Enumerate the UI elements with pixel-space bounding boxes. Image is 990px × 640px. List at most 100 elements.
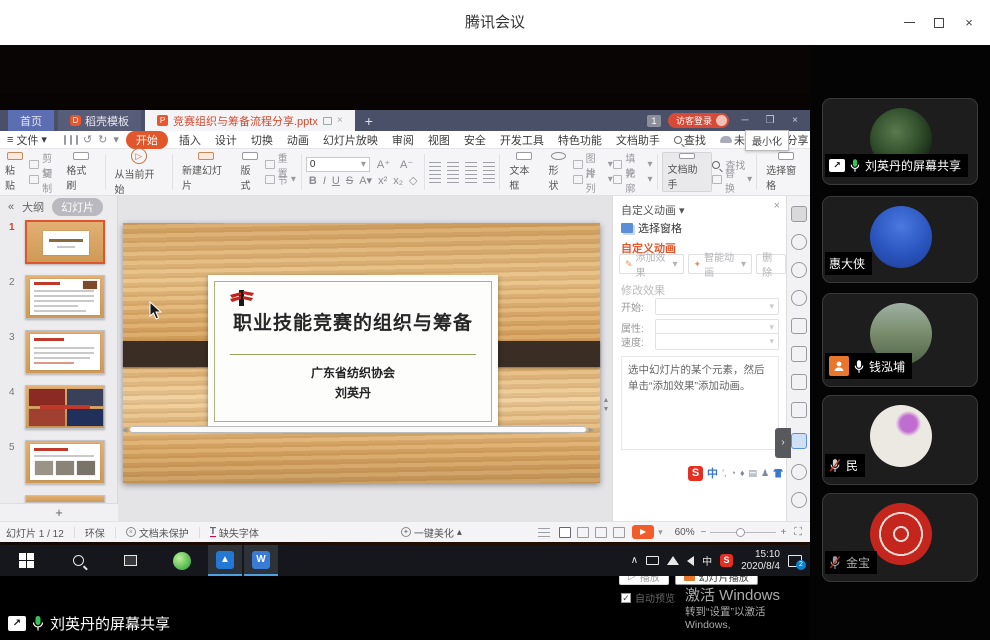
undo-icon[interactable]: ↺ [80, 133, 95, 146]
ribbon-tab-start[interactable]: 开始 [126, 131, 168, 149]
slide-thumbnail-6[interactable] [0, 495, 118, 503]
slide-canvas[interactable]: 职业技能竞赛的组织与筹备 广东省纺织协会 刘英丹 ◀ ▶ ▲▼ [118, 196, 612, 521]
sogou-logo-icon[interactable]: S [688, 466, 703, 481]
reset-button[interactable]: 重置 [265, 158, 297, 172]
wps-minimize-button[interactable]: ─ [736, 115, 754, 126]
format-painter-button[interactable]: 格式刷 [61, 152, 100, 192]
print-icon[interactable] [70, 135, 72, 145]
ime-skin-icon[interactable] [773, 469, 783, 478]
collapse-panel-icon[interactable]: « [8, 201, 14, 213]
ime-person-icon[interactable]: ♟ [761, 468, 769, 479]
textbox-button[interactable]: 文本框 [504, 152, 543, 192]
doc-unprotected-status[interactable]: ×文档未保护 [120, 525, 195, 540]
outline-button[interactable]: 轮廓 ▾ [613, 173, 653, 187]
more-commands-icon[interactable]: ▾ [110, 133, 122, 146]
animation-pane-icon[interactable] [791, 206, 807, 222]
ribbon-tab-review[interactable]: 审阅 [385, 132, 421, 148]
add-effect-button[interactable]: ✎添加效果 ▾ [619, 254, 684, 274]
task-view-button[interactable] [118, 549, 142, 573]
tray-device-icon[interactable] [646, 556, 659, 565]
settings-pane-icon[interactable] [791, 374, 807, 390]
wps-docer-tab[interactable]: D 稻壳模板 [58, 110, 141, 131]
slide-thumbnail-5[interactable]: 5 [0, 440, 118, 488]
ime-mic-icon[interactable]: ♦ [740, 468, 745, 478]
speaker-icon[interactable] [687, 556, 694, 566]
tray-expand-icon[interactable]: ∧ [631, 555, 638, 566]
slide-sorter-view-icon[interactable] [577, 527, 589, 538]
wps-restore-button[interactable]: ❐ [761, 115, 779, 126]
new-slide-button[interactable]: 新建幻灯片 [177, 152, 236, 192]
slideshow-play-button[interactable]: ▶ [632, 525, 654, 539]
indent-decrease-icon[interactable] [465, 162, 477, 171]
ime-keyboard-icon[interactable]: ▤ [749, 468, 758, 479]
increase-font-icon[interactable]: A⁺ [374, 158, 393, 171]
ime-chinese-mode-icon[interactable]: 中 [707, 465, 718, 481]
replace-button[interactable]: 替换 ▾ [712, 173, 752, 187]
font-color-button[interactable]: A▾ [356, 174, 375, 187]
ime-clock-icon[interactable]: ◔ [731, 468, 736, 478]
lamp-pane-icon[interactable] [791, 492, 807, 508]
reading-view-icon[interactable] [595, 527, 607, 538]
horizontal-scrollbar[interactable]: ◀ ▶ [122, 425, 594, 434]
ribbon-tab-slideshow[interactable]: 幻灯片放映 [316, 132, 385, 148]
prev-next-slide-buttons[interactable]: ▲▼ [601, 396, 611, 426]
justify-icon[interactable] [483, 174, 495, 183]
close-button[interactable]: × [954, 0, 984, 45]
participant-tile-5[interactable]: 金宝 [822, 493, 978, 582]
panel-collapse-handle[interactable]: › [775, 428, 791, 458]
delete-effect-button[interactable]: 删除 [756, 254, 786, 274]
decrease-font-icon[interactable]: A⁻ [397, 158, 416, 171]
slides-tab[interactable]: 幻灯片 [52, 198, 103, 216]
align-right-icon[interactable] [465, 174, 477, 183]
file-menu[interactable]: ≡ 文件 ▾ [0, 132, 54, 148]
new-tab-button[interactable]: + [365, 113, 373, 129]
copy-button[interactable]: 复制 [29, 173, 61, 187]
sogou-tray-icon[interactable]: S [720, 554, 733, 567]
beautify-button[interactable]: ✦一键美化 ▴ [395, 525, 468, 540]
help-pane-icon[interactable] [791, 464, 807, 480]
ribbon-tab-features[interactable]: 特色功能 [551, 132, 609, 148]
notes-icon[interactable] [538, 528, 550, 537]
network-icon[interactable] [667, 556, 679, 565]
strikethrough-button[interactable]: S [343, 175, 356, 187]
tencent-meeting-taskbar-button[interactable]: ▲ [208, 545, 242, 576]
chart-pane-icon[interactable] [791, 346, 807, 362]
start-button[interactable] [14, 549, 38, 573]
zoom-level[interactable]: 60% [669, 527, 701, 538]
find-menu[interactable]: 查找 [667, 132, 713, 148]
scroll-right-icon[interactable]: ▶ [589, 426, 594, 434]
ribbon-tab-animation[interactable]: 动画 [280, 132, 316, 148]
smart-animation-button[interactable]: ✦智能动画 ▾ [688, 254, 753, 274]
taskbar-search-button[interactable] [66, 549, 90, 573]
zoom-out-button[interactable]: − [701, 527, 707, 538]
participant-tile-1[interactable]: ↗ 刘英丹的屏幕共享 [822, 98, 978, 185]
scroll-left-icon[interactable]: ◀ [122, 426, 127, 434]
eco-mode-label[interactable]: 环保 [79, 525, 111, 540]
underline-button[interactable]: U [329, 175, 343, 187]
slide-thumbnail-2[interactable]: 2 [0, 275, 118, 323]
ribbon-tab-insert[interactable]: 插入 [172, 132, 208, 148]
selection-pane-button[interactable]: 选择窗格 [761, 152, 810, 192]
pin-tab-icon[interactable] [323, 117, 332, 125]
sogou-ime-bar[interactable]: S 中 ’, ◔ ♦ ▤ ♟ [688, 465, 797, 481]
play-dropdown-icon[interactable]: ▾ [658, 527, 663, 538]
wps-close-button[interactable]: × [786, 115, 804, 126]
ribbon-tab-security[interactable]: 安全 [457, 132, 493, 148]
indent-increase-icon[interactable] [483, 162, 495, 171]
superscript-button[interactable]: x² [375, 175, 390, 187]
ime-mode-indicator[interactable]: 中 [702, 553, 712, 568]
selection-pane-link[interactable]: 选择窗格 [621, 220, 682, 236]
slideshow-view-icon[interactable] [613, 527, 625, 538]
ribbon-tab-dochelper[interactable]: 文档助手 [609, 132, 667, 148]
outline-tab[interactable]: 大纲 [22, 199, 44, 215]
shape-pane-icon[interactable] [791, 262, 807, 278]
speed-select[interactable]: ▾ [655, 333, 779, 350]
normal-view-icon[interactable] [559, 527, 571, 538]
guest-login-button[interactable]: 访客登录 [668, 113, 729, 128]
wps-taskbar-button[interactable]: W [244, 545, 278, 576]
template-pane-icon[interactable] [791, 318, 807, 334]
slide-thumbnail-3[interactable]: 3 [0, 330, 118, 378]
ribbon-tab-design[interactable]: 设计 [208, 132, 244, 148]
zoom-slider-knob[interactable] [736, 528, 745, 537]
wps-document-tab[interactable]: P 竞赛组织与筹备流程分享.pptx × [145, 110, 355, 131]
